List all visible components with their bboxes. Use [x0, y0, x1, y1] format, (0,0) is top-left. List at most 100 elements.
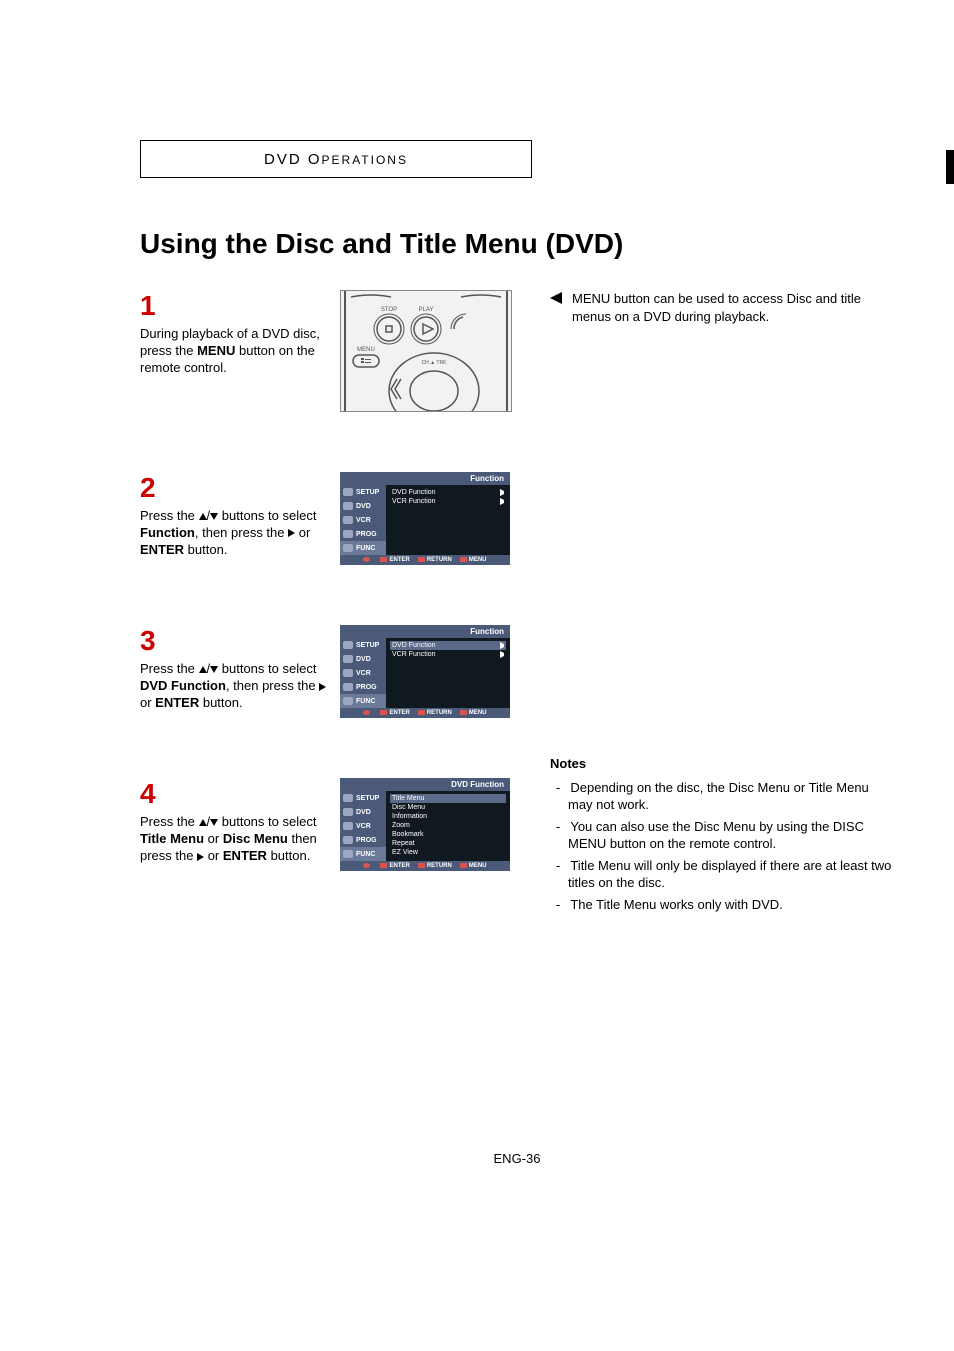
content-grid: 1 During playback of a DVD disc, press t…: [140, 290, 894, 931]
osd-header: Function: [340, 472, 510, 485]
t: Zoom: [392, 822, 410, 829]
step-1-body: During playback of a DVD disc, press the…: [140, 326, 330, 377]
move-icon: [363, 710, 372, 716]
t: or: [204, 848, 223, 863]
t: DVD Function: [140, 678, 226, 693]
t: Bookmark: [392, 831, 424, 838]
t: Repeat: [392, 840, 415, 847]
up-arrow-icon: [199, 819, 207, 826]
step-1: 1 During playback of a DVD disc, press t…: [140, 290, 530, 412]
svg-text:MENU: MENU: [357, 347, 375, 353]
t: or: [204, 831, 223, 846]
t: VCR: [356, 823, 371, 830]
t: , then press the: [195, 525, 288, 540]
page-title: Using the Disc and Title Menu (DVD): [140, 228, 894, 260]
t: Title Menu: [392, 795, 424, 802]
down-arrow-icon: [210, 513, 218, 520]
step-4-num: 4: [140, 778, 330, 810]
osd-header: Function: [340, 625, 510, 638]
notes-block: Notes Depending on the disc, the Disc Me…: [550, 755, 894, 913]
note-item: You can also use the Disc Menu by using …: [550, 818, 894, 853]
up-arrow-icon: [199, 513, 207, 520]
t: , then press the: [226, 678, 319, 693]
t: DVD: [356, 809, 371, 816]
left-arrow-icon: [550, 292, 562, 304]
t: MENU: [197, 343, 235, 358]
t: VCR: [356, 517, 371, 524]
osd-function-2: Function SETUP DVD VCR PROG FUNC DVD Fun…: [340, 625, 510, 718]
t: Press the: [140, 508, 199, 523]
t: RETURN: [418, 557, 452, 563]
osd-footer: ENTER RETURN MENU: [340, 861, 510, 871]
step-2-body: Press the / buttons to select Function, …: [140, 508, 330, 559]
t: VCR Function: [392, 498, 436, 505]
play-mini-icon: [500, 498, 504, 505]
move-icon: [363, 557, 372, 563]
play-mini-icon: [500, 651, 504, 658]
note-item: Depending on the disc, the Disc Menu or …: [550, 779, 894, 814]
gear-mini-icon: [343, 794, 353, 802]
t: buttons to select: [218, 814, 316, 829]
t: Disc Menu: [223, 831, 288, 846]
notes-heading: Notes: [550, 755, 894, 773]
t: DVD: [356, 503, 371, 510]
t: button.: [199, 695, 242, 710]
svg-text:STOP: STOP: [381, 307, 397, 313]
t: Disc Menu: [392, 804, 425, 811]
osd-sidebar: SETUP DVD VCR PROG FUNC: [340, 791, 386, 861]
t: MENU: [460, 557, 487, 563]
disc-mini-icon: [343, 808, 353, 816]
step-3-text: 3 Press the / buttons to select DVD Func…: [140, 625, 330, 718]
category-text: DVD OPERATIONS: [264, 151, 408, 168]
t: PROG: [356, 837, 377, 844]
remote-figure: STOP PLAY MENU: [340, 290, 512, 412]
t: ENTER: [223, 848, 267, 863]
step-1-num: 1: [140, 290, 330, 322]
vcr-mini-icon: [343, 822, 353, 830]
right-arrow-icon: [319, 683, 326, 691]
t: RETURN: [418, 710, 452, 716]
callout-text: MENU button can be used to access Disc a…: [572, 290, 894, 325]
osd-footer: ENTER RETURN MENU: [340, 708, 510, 718]
t: DVD: [356, 656, 371, 663]
osd-dvd-function: DVD Function SETUP DVD VCR PROG FUNC Tit…: [340, 778, 510, 871]
callout-arrow: [550, 290, 564, 325]
osd-sidebar: SETUP DVD VCR PROG FUNC: [340, 485, 386, 555]
t: ENTER: [380, 863, 409, 869]
down-arrow-icon: [210, 819, 218, 826]
func-mini-icon: [343, 544, 353, 552]
t: VCR Function: [392, 651, 436, 658]
osd-sidebar: SETUP DVD VCR PROG FUNC: [340, 638, 386, 708]
osd-function-1: Function SETUP DVD VCR PROG FUNC DVD Fun…: [340, 472, 510, 565]
t: VCR: [356, 670, 371, 677]
t: FUNC: [356, 698, 375, 705]
page-footer: ENG-36: [140, 1151, 894, 1166]
t: RETURN: [418, 863, 452, 869]
disc-mini-icon: [343, 655, 353, 663]
step-4-text: 4 Press the / buttons to select Title Me…: [140, 778, 330, 871]
step-2: 2 Press the / buttons to select Function…: [140, 472, 530, 565]
t: Press the: [140, 814, 199, 829]
osd-header: DVD Function: [340, 778, 510, 791]
disc-mini-icon: [343, 502, 353, 510]
osd-main: DVD Function VCR Function: [386, 638, 510, 708]
t: MENU: [460, 863, 487, 869]
up-arrow-icon: [199, 666, 207, 673]
notes-list: Depending on the disc, the Disc Menu or …: [550, 779, 894, 914]
gear-mini-icon: [343, 641, 353, 649]
t: DVD Function: [392, 642, 436, 649]
step-1-text: 1 During playback of a DVD disc, press t…: [140, 290, 330, 412]
category-box: DVD OPERATIONS: [140, 140, 532, 178]
note-item: Title Menu will only be displayed if the…: [550, 857, 894, 892]
t: Information: [392, 813, 427, 820]
step-3-num: 3: [140, 625, 330, 657]
note-item: The Title Menu works only with DVD.: [550, 896, 894, 914]
osd-main: Title Menu Disc Menu Information Zoom Bo…: [386, 791, 510, 861]
menu-callout: MENU button can be used to access Disc a…: [550, 290, 894, 325]
step-2-text: 2 Press the / buttons to select Function…: [140, 472, 330, 565]
t: PROG: [356, 531, 377, 538]
t: Press the: [140, 661, 199, 676]
step-4: 4 Press the / buttons to select Title Me…: [140, 778, 530, 871]
t: button.: [267, 848, 310, 863]
t: SETUP: [356, 795, 379, 802]
